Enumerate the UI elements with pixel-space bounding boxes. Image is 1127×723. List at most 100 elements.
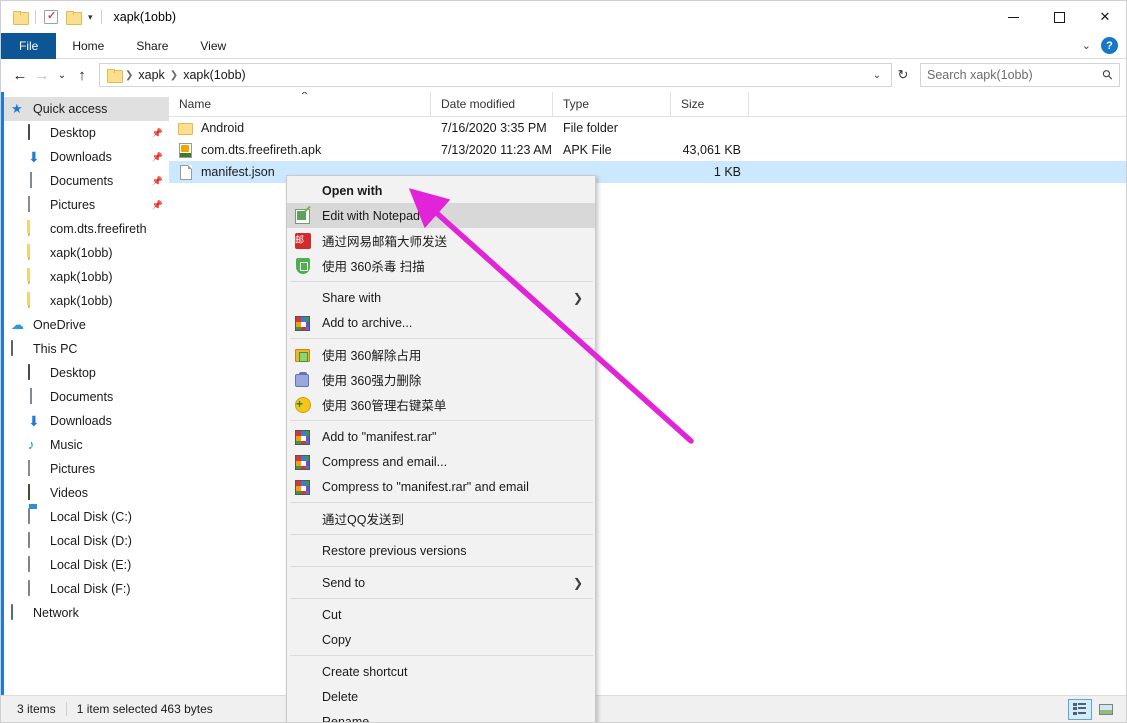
window-title: xapk(1obb) xyxy=(114,10,177,24)
breadcrumb-item-xapk-1obb[interactable]: xapk(1obb) xyxy=(178,68,251,82)
sidebar-item-label: Local Disk (F:) xyxy=(50,582,131,596)
close-button[interactable]: ✕ xyxy=(1082,1,1127,33)
sidebar-item-downloads[interactable]: ⬇Downloads📌 xyxy=(1,145,169,169)
menu-item-cut[interactable]: Cut xyxy=(287,602,595,627)
help-icon[interactable]: ? xyxy=(1101,37,1118,54)
menu-item-delete[interactable]: Delete xyxy=(287,684,595,709)
sidebar-item-desktop[interactable]: Desktop📌 xyxy=(1,121,169,145)
menu-item-qq[interactable]: 通过QQ发送到 xyxy=(287,506,595,531)
column-header-name[interactable]: Name xyxy=(169,92,431,117)
tab-share[interactable]: Share xyxy=(120,33,184,59)
sidebar-item-documents[interactable]: Documents xyxy=(1,385,169,409)
menu-item-copy[interactable]: Copy xyxy=(287,627,595,652)
sidebar-item-videos[interactable]: Videos xyxy=(1,481,169,505)
forward-button[interactable]: → xyxy=(31,63,53,87)
column-header-row: Name Date modified Type Size xyxy=(169,92,1127,117)
new-folder-icon[interactable] xyxy=(62,6,84,28)
tab-view[interactable]: View xyxy=(184,33,242,59)
menu-item-label: Add to archive... xyxy=(322,316,412,330)
menu-item-create-shortcut[interactable]: Create shortcut xyxy=(287,659,595,684)
sidebar-item-local-disk-f[interactable]: Local Disk (F:) xyxy=(1,577,169,601)
address-bar: ← → ⌄ ↑ ❯ xapk ❯ xapk(1obb) ⌄ ↻ ⚲ xyxy=(1,59,1127,91)
menu-item-icon-placeholder xyxy=(295,289,313,307)
column-header-date-modified[interactable]: Date modified xyxy=(431,92,553,117)
pin-icon[interactable]: 📌 xyxy=(152,200,163,211)
table-row[interactable]: Android7/16/2020 3:35 PMFile folder xyxy=(169,117,1127,139)
menu-item-360[interactable]: 使用 360杀毒 扫描 xyxy=(287,253,595,278)
menu-item-restore-previous-versions[interactable]: Restore previous versions xyxy=(287,538,595,563)
sidebar-item-label: xapk(1obb) xyxy=(50,246,113,260)
menu-item-360[interactable]: 使用 360解除占用 xyxy=(287,342,595,367)
search-box[interactable]: ⚲ xyxy=(920,63,1120,87)
sidebar-item-music[interactable]: ♪Music xyxy=(1,433,169,457)
disk-icon xyxy=(28,557,44,573)
menu-item-edit-with-notepad[interactable]: Edit with Notepad++ xyxy=(287,203,595,228)
pin-icon[interactable]: 📌 xyxy=(152,128,163,139)
sidebar-item-label: Pictures xyxy=(50,198,95,212)
sidebar-item-xapk-1obb[interactable]: xapk(1obb) xyxy=(1,265,169,289)
breadcrumb-item-xapk[interactable]: xapk xyxy=(133,68,169,82)
sidebar-item-local-disk-d[interactable]: Local Disk (D:) xyxy=(1,529,169,553)
sidebar-item-downloads[interactable]: ⬇Downloads xyxy=(1,409,169,433)
menu-item-label: Cut xyxy=(322,608,341,622)
menu-item-label: Restore previous versions xyxy=(322,544,467,558)
back-button[interactable]: ← xyxy=(9,63,31,87)
search-input[interactable] xyxy=(927,68,1103,82)
menu-item-add-to-archive[interactable]: Add to archive... xyxy=(287,310,595,335)
refresh-icon[interactable]: ↻ xyxy=(892,67,914,83)
sidebar-item-quick-access[interactable]: ★Quick access xyxy=(1,97,169,121)
sidebar-item-pictures[interactable]: Pictures 📌 xyxy=(1,193,169,217)
sidebar-item-this-pc[interactable]: This PC xyxy=(1,337,169,361)
sidebar-item-onedrive[interactable]: ☁OneDrive xyxy=(1,313,169,337)
tab-home[interactable]: Home xyxy=(56,33,120,59)
menu-item-compress-to-manifest-rar-and-email[interactable]: Compress to "manifest.rar" and email xyxy=(287,474,595,499)
large-icons-view-button[interactable] xyxy=(1094,699,1118,720)
unlock-icon xyxy=(295,346,313,364)
sidebar-item-xapk-1obb[interactable]: xapk(1obb) xyxy=(1,241,169,265)
file-rows-container: Android7/16/2020 3:35 PMFile foldercom.d… xyxy=(169,117,1127,183)
menu-item-rename[interactable]: Rename xyxy=(287,709,595,723)
recent-locations-icon[interactable]: ⌄ xyxy=(53,63,71,87)
sidebar-item-xapk-1obb[interactable]: xapk(1obb) xyxy=(1,289,169,313)
address-path-field[interactable]: ❯ xapk ❯ xapk(1obb) ⌄ xyxy=(99,63,892,87)
details-view-button[interactable] xyxy=(1068,699,1092,720)
menu-item-360[interactable]: 使用 360强力删除 xyxy=(287,367,595,392)
download-icon: ⬇ xyxy=(28,413,44,429)
menu-item-[interactable]: 邮通过网易邮箱大师发送 xyxy=(287,228,595,253)
menu-item-360[interactable]: +使用 360管理右键菜单 xyxy=(287,392,595,417)
properties-icon[interactable] xyxy=(40,6,62,28)
sidebar-item-documents[interactable]: Documents📌 xyxy=(1,169,169,193)
up-button[interactable]: ↑ xyxy=(71,63,93,87)
sidebar-item-pictures[interactable]: Pictures xyxy=(1,457,169,481)
qat-divider-1 xyxy=(35,10,36,24)
menu-item-send-to[interactable]: Send to❯ xyxy=(287,570,595,595)
sidebar-item-network[interactable]: Network xyxy=(1,601,169,625)
expand-ribbon-icon[interactable]: ⌄ xyxy=(1082,39,1091,52)
type-cell: File folder xyxy=(553,121,671,135)
address-dropdown-icon[interactable]: ⌄ xyxy=(867,70,887,81)
column-header-type[interactable]: Type xyxy=(553,92,671,117)
sidebar-item-local-disk-e[interactable]: Local Disk (E:) xyxy=(1,553,169,577)
menu-item-label: Share with xyxy=(322,291,381,305)
sidebar-item-desktop[interactable]: Desktop xyxy=(1,361,169,385)
pin-icon[interactable]: 📌 xyxy=(152,176,163,187)
minimize-button[interactable] xyxy=(990,1,1036,33)
menu-item-icon-placeholder xyxy=(295,713,313,723)
sidebar-item-com-dts-freefireth[interactable]: com.dts.freefireth xyxy=(1,217,169,241)
pin-icon[interactable]: 📌 xyxy=(152,152,163,163)
menu-item-open-with[interactable]: Open with xyxy=(287,178,595,203)
disk-icon xyxy=(28,533,44,549)
tab-file[interactable]: File xyxy=(1,33,56,59)
music-icon: ♪ xyxy=(28,437,44,453)
menu-item-compress-and-email[interactable]: Compress and email... xyxy=(287,449,595,474)
sidebar-item-label: This PC xyxy=(33,342,77,356)
chevron-down-icon[interactable]: ▾ xyxy=(84,12,97,23)
menu-item-share-with[interactable]: Share with❯ xyxy=(287,285,595,310)
sidebar-item-local-disk-c[interactable]: Local Disk (C:) xyxy=(1,505,169,529)
folder-menu-icon[interactable] xyxy=(9,6,31,28)
column-header-size[interactable]: Size xyxy=(671,92,749,117)
status-item-count: 3 items xyxy=(7,702,66,716)
maximize-button[interactable] xyxy=(1036,1,1082,33)
menu-item-add-to-manifest-rar[interactable]: Add to "manifest.rar" xyxy=(287,424,595,449)
table-row[interactable]: com.dts.freefireth.apk7/13/2020 11:23 AM… xyxy=(169,139,1127,161)
